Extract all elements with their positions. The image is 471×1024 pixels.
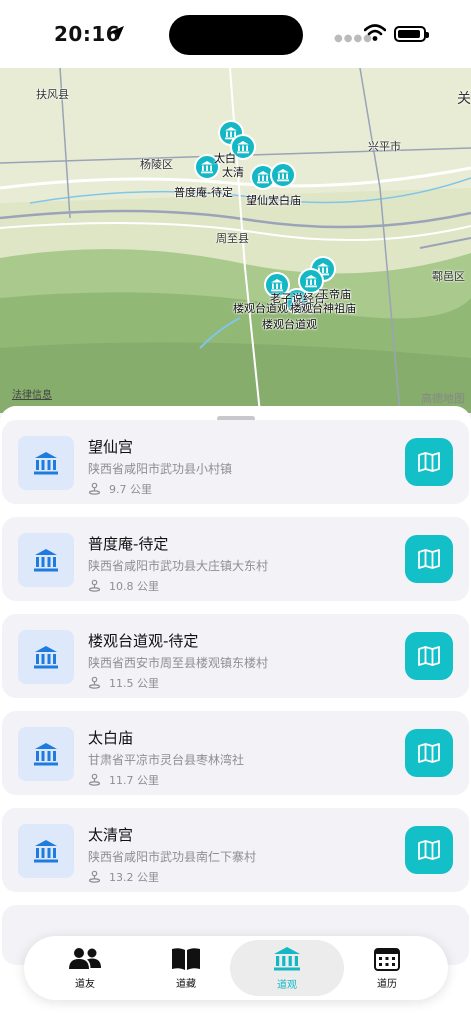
place-name: 楼观台道观-待定	[88, 632, 199, 650]
map-pin-label: 太清	[222, 166, 244, 179]
map-view[interactable]: 扶风县 杨陵区 兴平市 周至县 鄠邑区 关 太白 太清 普度庵-待定 望仙宫 太…	[0, 68, 471, 413]
open-map-button[interactable]	[405, 632, 453, 680]
temple-icon	[34, 840, 58, 863]
legal-info-link[interactable]: 法律信息	[12, 386, 52, 401]
calendar-icon	[374, 947, 400, 971]
map-icon	[418, 743, 440, 763]
place-distance: 10.8 公里	[109, 580, 159, 593]
tab-label: 道历	[377, 978, 397, 990]
distance-icon	[88, 482, 101, 495]
place-name: 太白庙	[88, 729, 134, 747]
temple-thumbnail	[18, 824, 74, 878]
temple-thumbnail	[18, 533, 74, 587]
map-place-label: 扶风县	[36, 88, 69, 101]
map-icon	[418, 452, 440, 472]
open-map-button[interactable]	[405, 826, 453, 874]
place-address: 陕西省咸阳市武功县南仁下寨村	[88, 850, 257, 864]
place-address: 陕西省咸阳市武功县小村镇	[88, 462, 233, 476]
distance-icon	[88, 870, 101, 883]
status-bar: 20:16 ●●●●	[0, 0, 471, 68]
map-place-label: 兴平市	[368, 140, 401, 153]
list-item[interactable]: 太清宫 陕西省咸阳市武功县南仁下寨村 13.2 公里	[2, 808, 469, 892]
place-distance: 11.5 公里	[109, 677, 159, 690]
battery-icon	[394, 26, 429, 42]
temple-icon	[34, 549, 58, 572]
place-name: 太清宫	[88, 826, 134, 844]
map-place-label: 关	[457, 91, 471, 107]
map-place-label: 杨陵区	[140, 158, 173, 171]
temple-icon	[34, 743, 58, 766]
places-sheet: 望仙宫 陕西省咸阳市武功县小村镇 9.7 公里 普度庵-待定 陕西省咸阳市武功县…	[0, 406, 471, 1024]
place-address: 甘肃省平凉市灵台县枣林湾社	[88, 753, 245, 767]
temple-thumbnail	[18, 436, 74, 490]
temple-icon	[237, 141, 249, 154]
map-place-label: 鄠邑区	[432, 270, 465, 283]
temple-icon	[34, 452, 58, 475]
temple-icon	[274, 946, 300, 970]
place-name: 望仙宫	[88, 438, 134, 456]
open-map-button[interactable]	[405, 535, 453, 583]
map-pin[interactable]	[270, 162, 296, 188]
map-pin-label: 楼观台神祖庙	[290, 302, 356, 315]
place-name: 普度庵-待定	[88, 535, 169, 553]
place-distance: 11.7 公里	[109, 774, 159, 787]
distance-icon	[88, 579, 101, 592]
temple-icon	[257, 171, 269, 184]
people-icon	[69, 947, 101, 969]
tab-label: 道友	[75, 978, 95, 990]
book-icon	[172, 947, 200, 970]
distance-icon	[88, 773, 101, 786]
temple-icon	[277, 169, 289, 182]
tab-friends[interactable]: 道友	[28, 940, 142, 996]
map-pin-label: 普度庵-待定	[174, 186, 233, 199]
place-address: 陕西省咸阳市武功县大庄镇大东村	[88, 559, 269, 573]
map-place-label: 周至县	[216, 232, 249, 245]
list-item[interactable]: 太白庙 甘肃省平凉市灵台县枣林湾社 11.7 公里	[2, 711, 469, 795]
place-distance: 13.2 公里	[109, 871, 159, 884]
map-provider-logo: 高德地图	[421, 392, 465, 405]
map-icon	[418, 646, 440, 666]
open-map-button[interactable]	[405, 729, 453, 777]
map-pin-label: 楼观台道观	[262, 318, 317, 331]
list-item[interactable]: 望仙宫 陕西省咸阳市武功县小村镇 9.7 公里	[2, 420, 469, 504]
place-address: 陕西省西安市周至县楼观镇东楼村	[88, 656, 269, 670]
place-distance: 9.7 公里	[109, 483, 152, 496]
temple-thumbnail	[18, 727, 74, 781]
map-icon	[418, 549, 440, 569]
tab-label: 道观	[277, 979, 297, 991]
temple-icon	[305, 275, 317, 288]
location-arrow-icon	[110, 26, 124, 40]
list-item[interactable]: 楼观台道观-待定 陕西省西安市周至县楼观镇东楼村 11.5 公里	[2, 614, 469, 698]
map-pin-label: 太白庙	[268, 194, 301, 207]
map-icon	[418, 840, 440, 860]
tab-scripture[interactable]: 道藏	[129, 940, 243, 996]
open-map-button[interactable]	[405, 438, 453, 486]
tab-calendar[interactable]: 道历	[330, 940, 444, 996]
distance-icon	[88, 676, 101, 689]
tab-label: 道藏	[176, 978, 196, 990]
wifi-icon	[364, 24, 386, 41]
temple-icon	[34, 646, 58, 669]
tab-bar: 道友 道藏 道观 道历	[24, 936, 448, 1000]
tab-temples[interactable]: 道观	[230, 940, 344, 996]
temple-icon	[201, 161, 213, 174]
temple-thumbnail	[18, 630, 74, 684]
list-item[interactable]: 普度庵-待定 陕西省咸阳市武功县大庄镇大东村 10.8 公里	[2, 517, 469, 601]
dynamic-island	[169, 15, 303, 55]
